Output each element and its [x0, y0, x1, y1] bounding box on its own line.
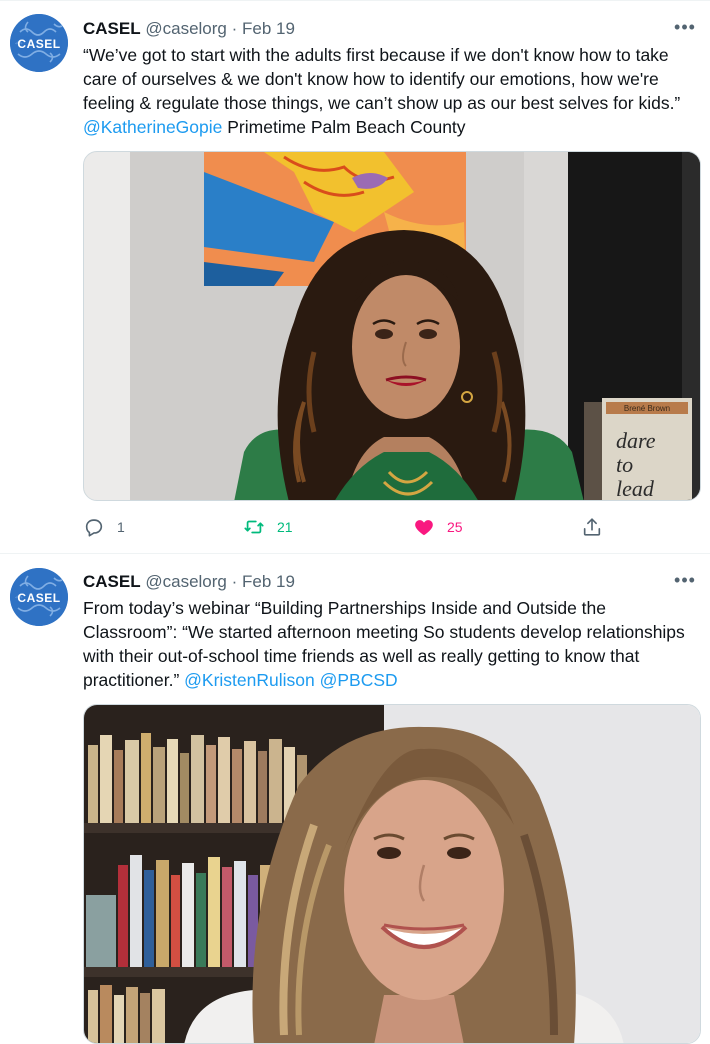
- tweet[interactable]: CASEL CASEL @caselorg · Feb 19 ••• From …: [0, 554, 710, 1044]
- comment-bubble-icon: [83, 516, 105, 538]
- heart-icon: [413, 516, 435, 538]
- like-button[interactable]: 25: [413, 513, 463, 541]
- retweet-arrows-icon: [243, 516, 265, 538]
- avatar[interactable]: CASEL: [10, 14, 68, 72]
- tweet-actions: 1 21 25: [83, 513, 703, 541]
- reply-button[interactable]: 1: [83, 513, 125, 541]
- share-button[interactable]: [581, 513, 603, 541]
- book-title-line-1: dare: [616, 428, 656, 453]
- separator-dot: ·: [231, 19, 238, 38]
- author-handle[interactable]: @caselorg: [145, 19, 227, 38]
- share-upload-icon: [581, 516, 603, 538]
- book-stack: Brené Brown dare to lead: [584, 398, 692, 501]
- book-title-line-3: lead: [616, 476, 655, 501]
- more-options-icon[interactable]: •••: [672, 571, 698, 594]
- like-count: 25: [447, 519, 463, 535]
- author-name[interactable]: CASEL: [83, 572, 141, 591]
- separator-dot: ·: [231, 572, 238, 591]
- more-options-icon[interactable]: •••: [672, 18, 698, 41]
- tweet-date[interactable]: Feb 19: [242, 572, 295, 591]
- mention-link[interactable]: @KatherineGopie: [83, 117, 222, 137]
- tweet-text-tail: Primetime Palm Beach County: [222, 117, 466, 137]
- retweet-count: 21: [277, 519, 293, 535]
- book-author: Brené Brown: [624, 404, 670, 413]
- tweet-text: “We’ve got to start with the adults firs…: [83, 43, 703, 139]
- tweet-video-still[interactable]: Brené Brown dare to lead: [83, 151, 701, 501]
- author-name[interactable]: CASEL: [83, 19, 141, 38]
- tweet-header: CASEL @caselorg · Feb 19: [83, 570, 295, 594]
- book-title-line-2: to: [616, 452, 633, 477]
- mention-link[interactable]: @PBCSD: [320, 670, 398, 690]
- reply-count: 1: [117, 519, 125, 535]
- avatar[interactable]: CASEL: [10, 568, 68, 626]
- avatar-logo-text: CASEL: [17, 37, 60, 51]
- tweet-header: CASEL @caselorg · Feb 19: [83, 17, 295, 41]
- tweet-video-still[interactable]: [83, 704, 701, 1044]
- avatar-logo-text: CASEL: [17, 591, 60, 605]
- mention-link[interactable]: @KristenRulison: [184, 670, 315, 690]
- author-handle[interactable]: @caselorg: [145, 572, 227, 591]
- tweet-text: From today’s webinar “Building Partnersh…: [83, 596, 703, 692]
- tweet[interactable]: CASEL CASEL @caselorg · Feb 19 ••• “We’v…: [0, 0, 710, 554]
- tweet-date[interactable]: Feb 19: [242, 19, 295, 38]
- tweet-text-body: “We’ve got to start with the adults firs…: [83, 45, 681, 113]
- retweet-button[interactable]: 21: [243, 513, 293, 541]
